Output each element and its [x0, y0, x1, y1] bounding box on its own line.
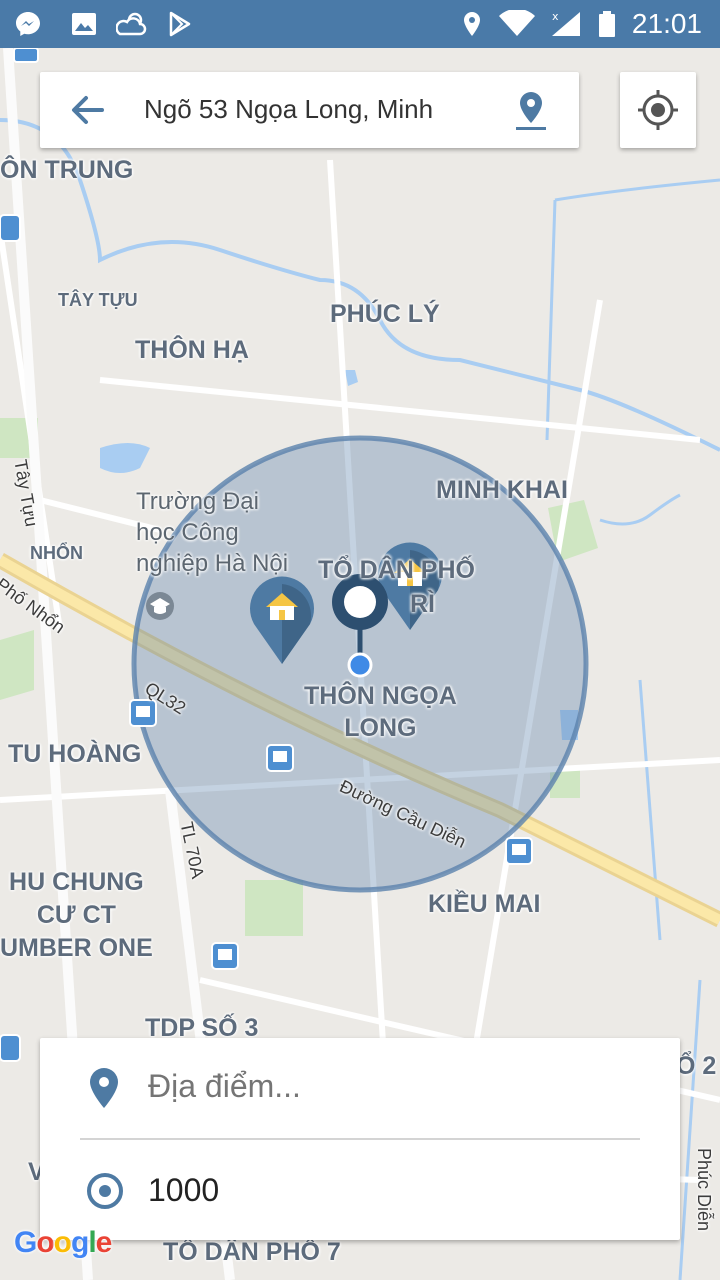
map-label: TU HOÀNG: [8, 740, 142, 768]
map-label: TỔ DÂN PHỐ: [318, 556, 475, 584]
bottom-panel: 1000: [40, 1038, 680, 1240]
map-label: PHÚC LÝ: [330, 300, 440, 328]
back-arrow-icon[interactable]: [68, 92, 108, 128]
divider: [80, 1138, 640, 1140]
map-label: THÔN NGỌA LONG: [304, 682, 457, 742]
search-input[interactable]: Ngõ 53 Ngọa Long, Minh: [144, 94, 464, 125]
road-label: Phúc Diễn: [694, 1148, 714, 1232]
place-input[interactable]: [148, 1068, 628, 1105]
messenger-icon: [16, 12, 40, 36]
signal-icon: x: [552, 10, 580, 36]
map-label: TÂY TỰU: [58, 290, 138, 310]
play-store-icon: [169, 11, 191, 37]
map-label: KIỀU MAI: [428, 890, 541, 918]
search-bar[interactable]: Ngõ 53 Ngọa Long, Minh: [40, 72, 579, 148]
svg-text:x: x: [552, 10, 559, 23]
bus-stop-icon: [211, 942, 239, 970]
image-icon: [72, 13, 96, 35]
map-label: ÔN TRUNG: [0, 156, 134, 184]
location-icon: [464, 12, 480, 36]
map-pin-icon[interactable]: [512, 90, 550, 132]
map-label: TỔ DÂN PHỐ 7: [163, 1238, 341, 1266]
map-label: THÔN HẠ: [135, 336, 249, 364]
my-location-button[interactable]: [620, 72, 696, 148]
weather-icon: [116, 12, 147, 36]
radius-icon: [87, 1173, 123, 1209]
status-bar: x 21:01: [0, 0, 720, 48]
bus-stop-icon: [0, 1034, 21, 1062]
google-logo: Google: [14, 1226, 112, 1259]
map-label: HU CHUNG CƯ CT UMBER ONE: [0, 868, 153, 962]
bus-stop-icon: [129, 699, 157, 727]
park-area: [0, 630, 34, 700]
bus-stop-icon: [505, 837, 533, 865]
bus-stop-icon: [266, 744, 294, 772]
map-label: MINH KHAI: [436, 476, 568, 504]
crosshair-icon: [638, 90, 678, 130]
bus-stop-icon: [0, 214, 21, 242]
battery-icon: [599, 11, 615, 37]
map-label: Ổ 2: [676, 1052, 717, 1080]
radius-field[interactable]: 1000: [148, 1172, 219, 1209]
map-label: RÌ: [410, 590, 435, 618]
map-label: NHỔN: [30, 543, 83, 563]
bus-stop-icon: [13, 48, 39, 63]
park-area: [245, 880, 303, 936]
university-icon: [146, 592, 174, 620]
poi-label: Trường Đại học Công nghiệp Hà Nội: [136, 488, 289, 577]
place-pin-icon: [90, 1068, 118, 1108]
wifi-icon: [499, 10, 535, 36]
clock: 21:01: [631, 8, 702, 39]
